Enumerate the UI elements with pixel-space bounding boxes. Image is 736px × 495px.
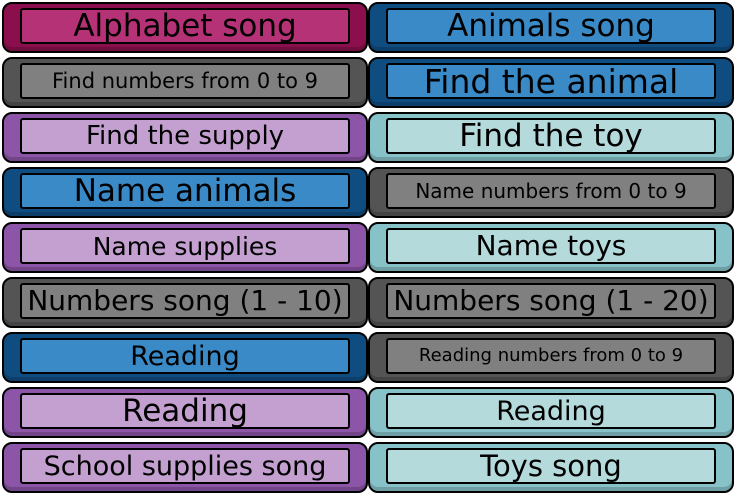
menu-button-left-5-name-supplies[interactable]: Name supplies xyxy=(2,222,368,273)
menu-button-label: Find the supply xyxy=(85,121,285,151)
menu-button-face: School supplies song xyxy=(20,448,350,484)
menu-button-face: Alphabet song xyxy=(20,8,350,44)
menu-button-face: Reading xyxy=(386,393,716,429)
menu-button-label: Animals song xyxy=(447,8,655,44)
menu-button-face: Animals song xyxy=(386,8,716,44)
menu-button-face: Find the toy xyxy=(386,118,716,154)
menu-button-label: Find the toy xyxy=(459,118,643,154)
menu-button-face: Reading xyxy=(20,393,350,429)
menu-button-left-4-name-animals[interactable]: Name animals xyxy=(2,167,368,218)
menu-button-label: Find the animal xyxy=(423,63,679,99)
menu-button-label: Name animals xyxy=(73,173,297,209)
menu-button-face: Name numbers from 0 to 9 xyxy=(386,173,716,209)
menu-button-right-4-name-numbers-from-0-to-9[interactable]: Name numbers from 0 to 9 xyxy=(368,167,734,218)
menu-button-label: Name numbers from 0 to 9 xyxy=(415,179,687,203)
menu-button-face: Toys song xyxy=(386,448,716,484)
menu-button-right-2-find-the-animal[interactable]: Find the animal xyxy=(368,57,734,108)
menu-button-face: Find the animal xyxy=(386,63,716,99)
menu-button-right-5-name-toys[interactable]: Name toys xyxy=(368,222,734,273)
menu-button-face: Numbers song (1 - 20) xyxy=(386,283,716,319)
menu-button-right-6-numbers-song-1-20[interactable]: Numbers song (1 - 20) xyxy=(368,277,734,328)
menu-button-label: Find numbers from 0 to 9 xyxy=(52,68,318,93)
menu-button-left-2-find-numbers-from-0-to-9[interactable]: Find numbers from 0 to 9 xyxy=(2,57,368,108)
menu-button-right-9-toys-song[interactable]: Toys song xyxy=(368,442,734,493)
menu-button-label: Reading xyxy=(496,395,606,427)
menu-button-face: Numbers song (1 - 10) xyxy=(20,283,350,319)
menu-button-label: Reading xyxy=(122,393,248,429)
menu-button-label: Numbers song (1 - 10) xyxy=(27,284,343,317)
menu-button-label: Name toys xyxy=(475,229,627,262)
menu-button-left-7-reading[interactable]: Reading xyxy=(2,332,368,383)
menu-button-label: Reading xyxy=(130,340,240,372)
menu-button-left-1-alphabet-song[interactable]: Alphabet song xyxy=(2,2,368,53)
menu-button-label: School supplies song xyxy=(43,450,327,482)
menu-button-face: Name toys xyxy=(386,228,716,264)
menu-button-left-8-reading[interactable]: Reading xyxy=(2,387,368,438)
menu-button-face: Find numbers from 0 to 9 xyxy=(20,63,350,99)
menu-button-face: Name animals xyxy=(20,173,350,209)
menu-button-right-3-find-the-toy[interactable]: Find the toy xyxy=(368,112,734,163)
activity-menu: Alphabet song Find numbers from 0 to 9 Fin… xyxy=(0,0,736,495)
menu-button-right-7-reading-numbers-from-0-to-9[interactable]: Reading numbers from 0 to 9 xyxy=(368,332,734,383)
menu-button-label: Toys song xyxy=(480,448,622,483)
menu-button-left-3-find-the-supply[interactable]: Find the supply xyxy=(2,112,368,163)
menu-button-right-8-reading[interactable]: Reading xyxy=(368,387,734,438)
menu-button-face: Reading xyxy=(20,338,350,374)
menu-button-label: Name supplies xyxy=(92,231,278,261)
menu-button-face: Reading numbers from 0 to 9 xyxy=(386,338,716,374)
menu-button-label: Numbers song (1 - 20) xyxy=(393,284,709,317)
menu-button-left-9-school-supplies-song[interactable]: School supplies song xyxy=(2,442,368,493)
menu-button-label: Reading numbers from 0 to 9 xyxy=(418,345,684,366)
menu-button-label: Alphabet song xyxy=(73,8,297,44)
menu-button-right-1-animals-song[interactable]: Animals song xyxy=(368,2,734,53)
menu-button-left-6-numbers-song-1-10[interactable]: Numbers song (1 - 10) xyxy=(2,277,368,328)
menu-button-face: Name supplies xyxy=(20,228,350,264)
menu-button-face: Find the supply xyxy=(20,118,350,154)
